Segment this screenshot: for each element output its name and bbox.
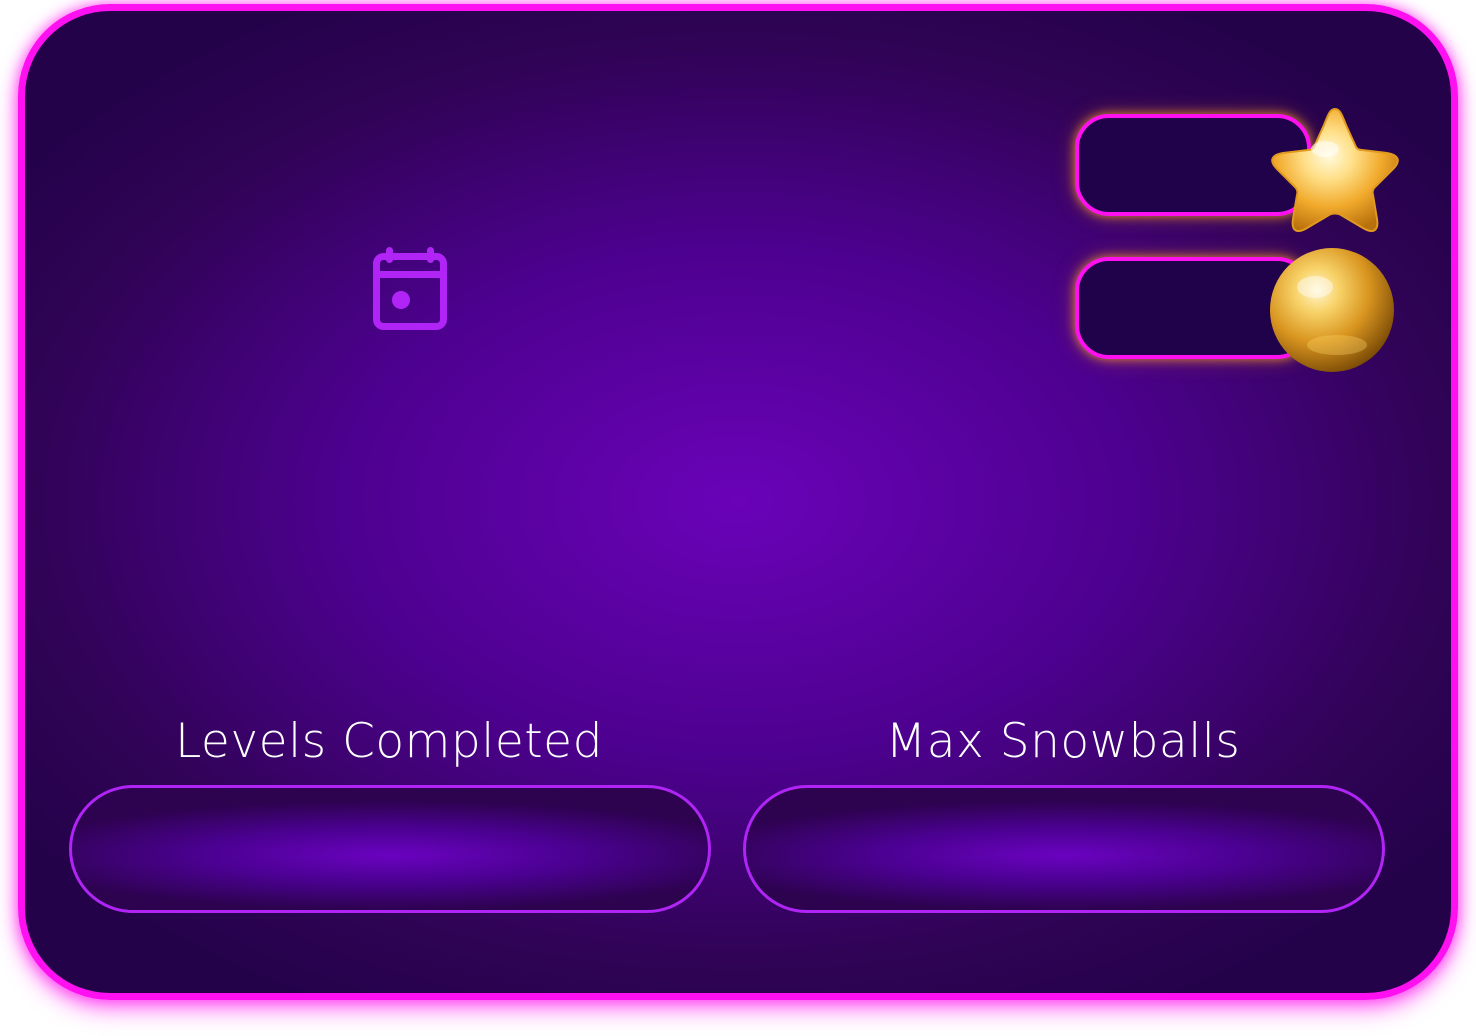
- max-snowballs-label: Max Snowballs: [885, 714, 1241, 769]
- levels-completed-label: Levels Completed: [175, 714, 603, 769]
- gold-ball-icon: [1270, 248, 1394, 372]
- levels-completed-box: [69, 785, 711, 913]
- profile-card: Levels Completed Max Snowballs: [18, 4, 1458, 1000]
- max-snowballs-box: [743, 785, 1385, 913]
- max-snowballs-value: [746, 788, 1382, 910]
- calendar-icon[interactable]: [373, 247, 447, 331]
- gold-star-icon: [1271, 107, 1399, 232]
- levels-completed-value: [72, 788, 708, 910]
